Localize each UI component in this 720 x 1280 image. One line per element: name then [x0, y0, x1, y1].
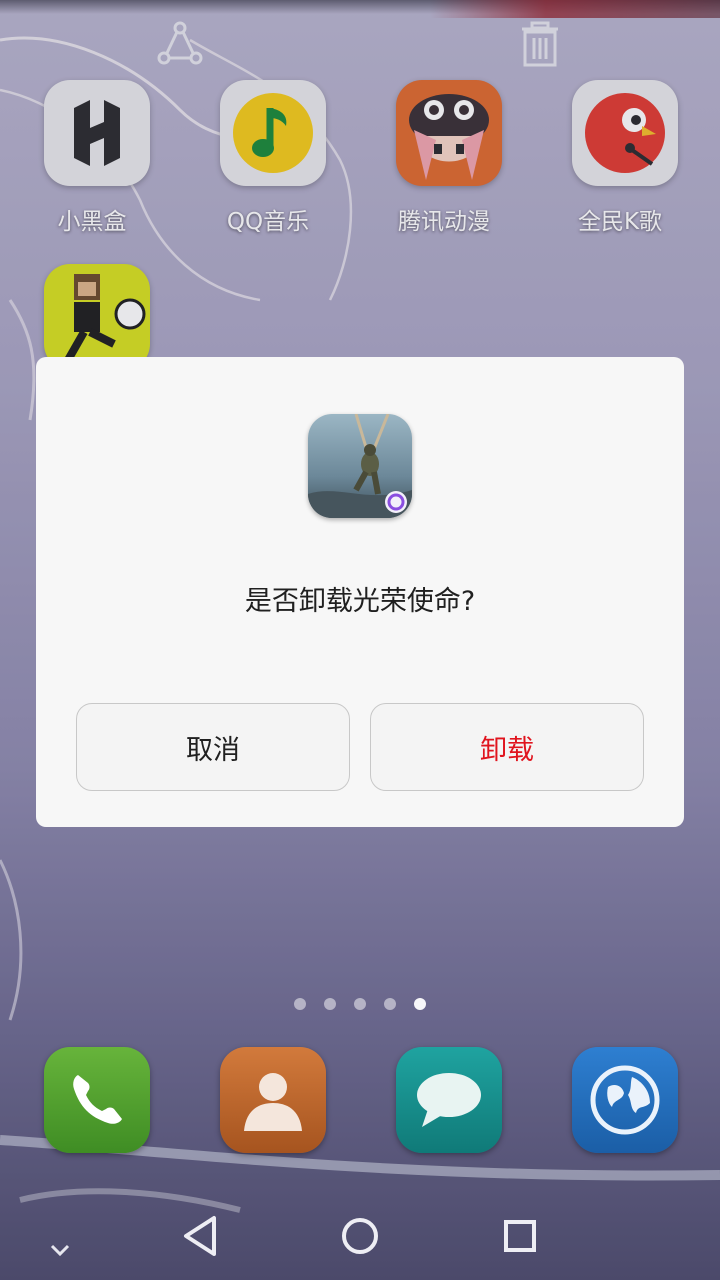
page-dot[interactable]: [354, 998, 366, 1010]
heybox-icon: [44, 80, 150, 186]
uninstall-button[interactable]: 卸载: [370, 703, 644, 791]
soccer-game-icon: [44, 264, 150, 370]
messages-icon[interactable]: [396, 1047, 502, 1153]
trash-icon[interactable]: [516, 20, 564, 68]
app-qqmusic[interactable]: QQ音乐: [208, 80, 328, 250]
uninstall-dialog: 是否卸载光荣使命? 取消 卸载: [36, 357, 684, 827]
call-of-duty-icon: [308, 414, 412, 518]
app-label: QQ音乐: [226, 209, 310, 235]
qqmusic-icon: [220, 80, 326, 186]
page-dot[interactable]: [294, 998, 306, 1010]
app-label: 全民K歌: [577, 209, 663, 235]
kge-icon: [572, 80, 678, 186]
navigation-bar: [0, 1190, 720, 1280]
app-heybox[interactable]: 小黑盒: [32, 80, 152, 250]
app-label: 腾讯动漫: [398, 209, 490, 235]
page-dot[interactable]: [324, 998, 336, 1010]
back-icon[interactable]: [172, 1208, 228, 1264]
page-indicator: [290, 998, 430, 1012]
wallpaper-accent: [430, 0, 720, 18]
home-icon[interactable]: [332, 1208, 388, 1264]
app-tencent-comic[interactable]: 腾讯动漫: [384, 80, 504, 250]
app-kge[interactable]: 全民K歌: [560, 80, 680, 250]
recents-icon[interactable]: [492, 1208, 548, 1264]
tencent-comic-icon: [396, 80, 502, 186]
page-dot[interactable]: [384, 998, 396, 1010]
share-icon[interactable]: [156, 20, 204, 68]
contacts-icon[interactable]: [220, 1047, 326, 1153]
app-label: 小黑盒: [57, 209, 127, 235]
collapse-icon[interactable]: [32, 1208, 88, 1264]
page-dot-active[interactable]: [414, 998, 426, 1010]
phone-icon[interactable]: [44, 1047, 150, 1153]
browser-icon[interactable]: [572, 1047, 678, 1153]
uninstall-question: 是否卸载光荣使命?: [244, 586, 476, 617]
cancel-button[interactable]: 取消: [76, 703, 350, 791]
